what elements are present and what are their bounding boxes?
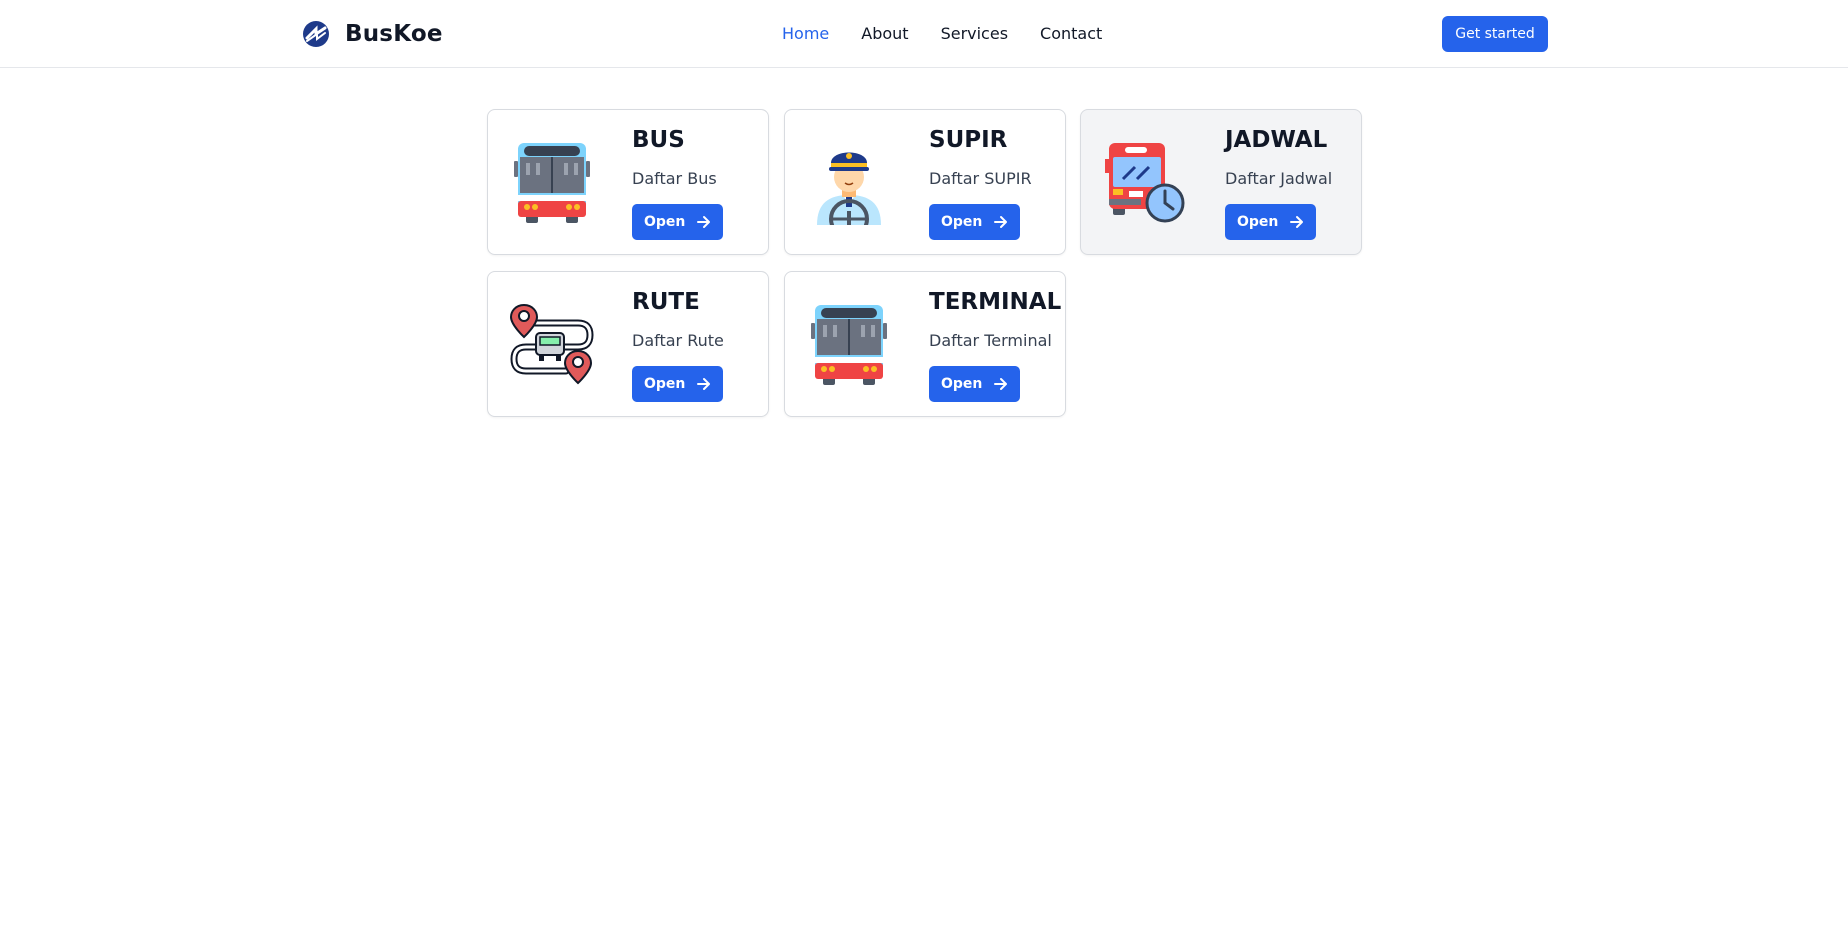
arrow-right-icon: [697, 378, 711, 390]
nav-link-home[interactable]: Home: [782, 24, 829, 43]
card-description: Daftar Bus: [632, 169, 717, 188]
card-bus: BUS Daftar Bus Open: [487, 109, 769, 255]
card-description: Daftar SUPIR: [929, 169, 1032, 188]
card-terminal: TERMINAL Daftar Terminal Open: [784, 271, 1066, 417]
top-navbar: BusKoe Home About Services Contact Get s…: [0, 0, 1848, 68]
terminal-bus-icon: [811, 305, 887, 385]
arrow-right-icon: [697, 216, 711, 228]
card-jadwal: JADWAL Daftar Jadwal Open: [1080, 109, 1362, 255]
open-button-label: Open: [941, 376, 983, 392]
nav-link-services[interactable]: Services: [941, 24, 1008, 43]
brand-name: BusKoe: [345, 21, 443, 47]
open-terminal-button[interactable]: Open: [929, 366, 1021, 402]
nav-link-about[interactable]: About: [861, 24, 908, 43]
card-description: Daftar Jadwal: [1225, 169, 1333, 188]
card-rute: RUTE Daftar Rute Open: [487, 271, 769, 417]
card-description: Daftar Terminal: [929, 331, 1052, 350]
card-supir: SUPIR Daftar SUPIR Open: [784, 109, 1066, 255]
open-bus-button[interactable]: Open: [632, 204, 724, 240]
card-title: BUS: [632, 127, 685, 153]
open-button-label: Open: [941, 214, 983, 230]
nav-links: Home About Services Contact: [782, 24, 1134, 43]
open-button-label: Open: [644, 376, 686, 392]
bus-icon: [514, 143, 590, 223]
driver-icon: [817, 152, 881, 225]
brand[interactable]: BusKoe: [301, 17, 443, 51]
card-description: Daftar Rute: [632, 331, 724, 350]
arrow-right-icon: [994, 216, 1008, 228]
open-button-label: Open: [1237, 214, 1279, 230]
card-title: RUTE: [632, 289, 700, 315]
get-started-button[interactable]: Get started: [1442, 16, 1548, 52]
card-title: SUPIR: [929, 127, 1008, 153]
open-jadwal-button[interactable]: Open: [1225, 204, 1317, 240]
card-title: JADWAL: [1225, 127, 1328, 153]
card-title: TERMINAL: [929, 289, 1062, 315]
open-rute-button[interactable]: Open: [632, 366, 724, 402]
arrow-right-icon: [994, 378, 1008, 390]
route-icon: [510, 303, 594, 385]
bus-schedule-icon: [1105, 143, 1185, 223]
arrow-right-icon: [1290, 216, 1304, 228]
open-supir-button[interactable]: Open: [929, 204, 1021, 240]
brand-logo-icon: [303, 21, 329, 47]
open-button-label: Open: [644, 214, 686, 230]
nav-link-contact[interactable]: Contact: [1040, 24, 1102, 43]
